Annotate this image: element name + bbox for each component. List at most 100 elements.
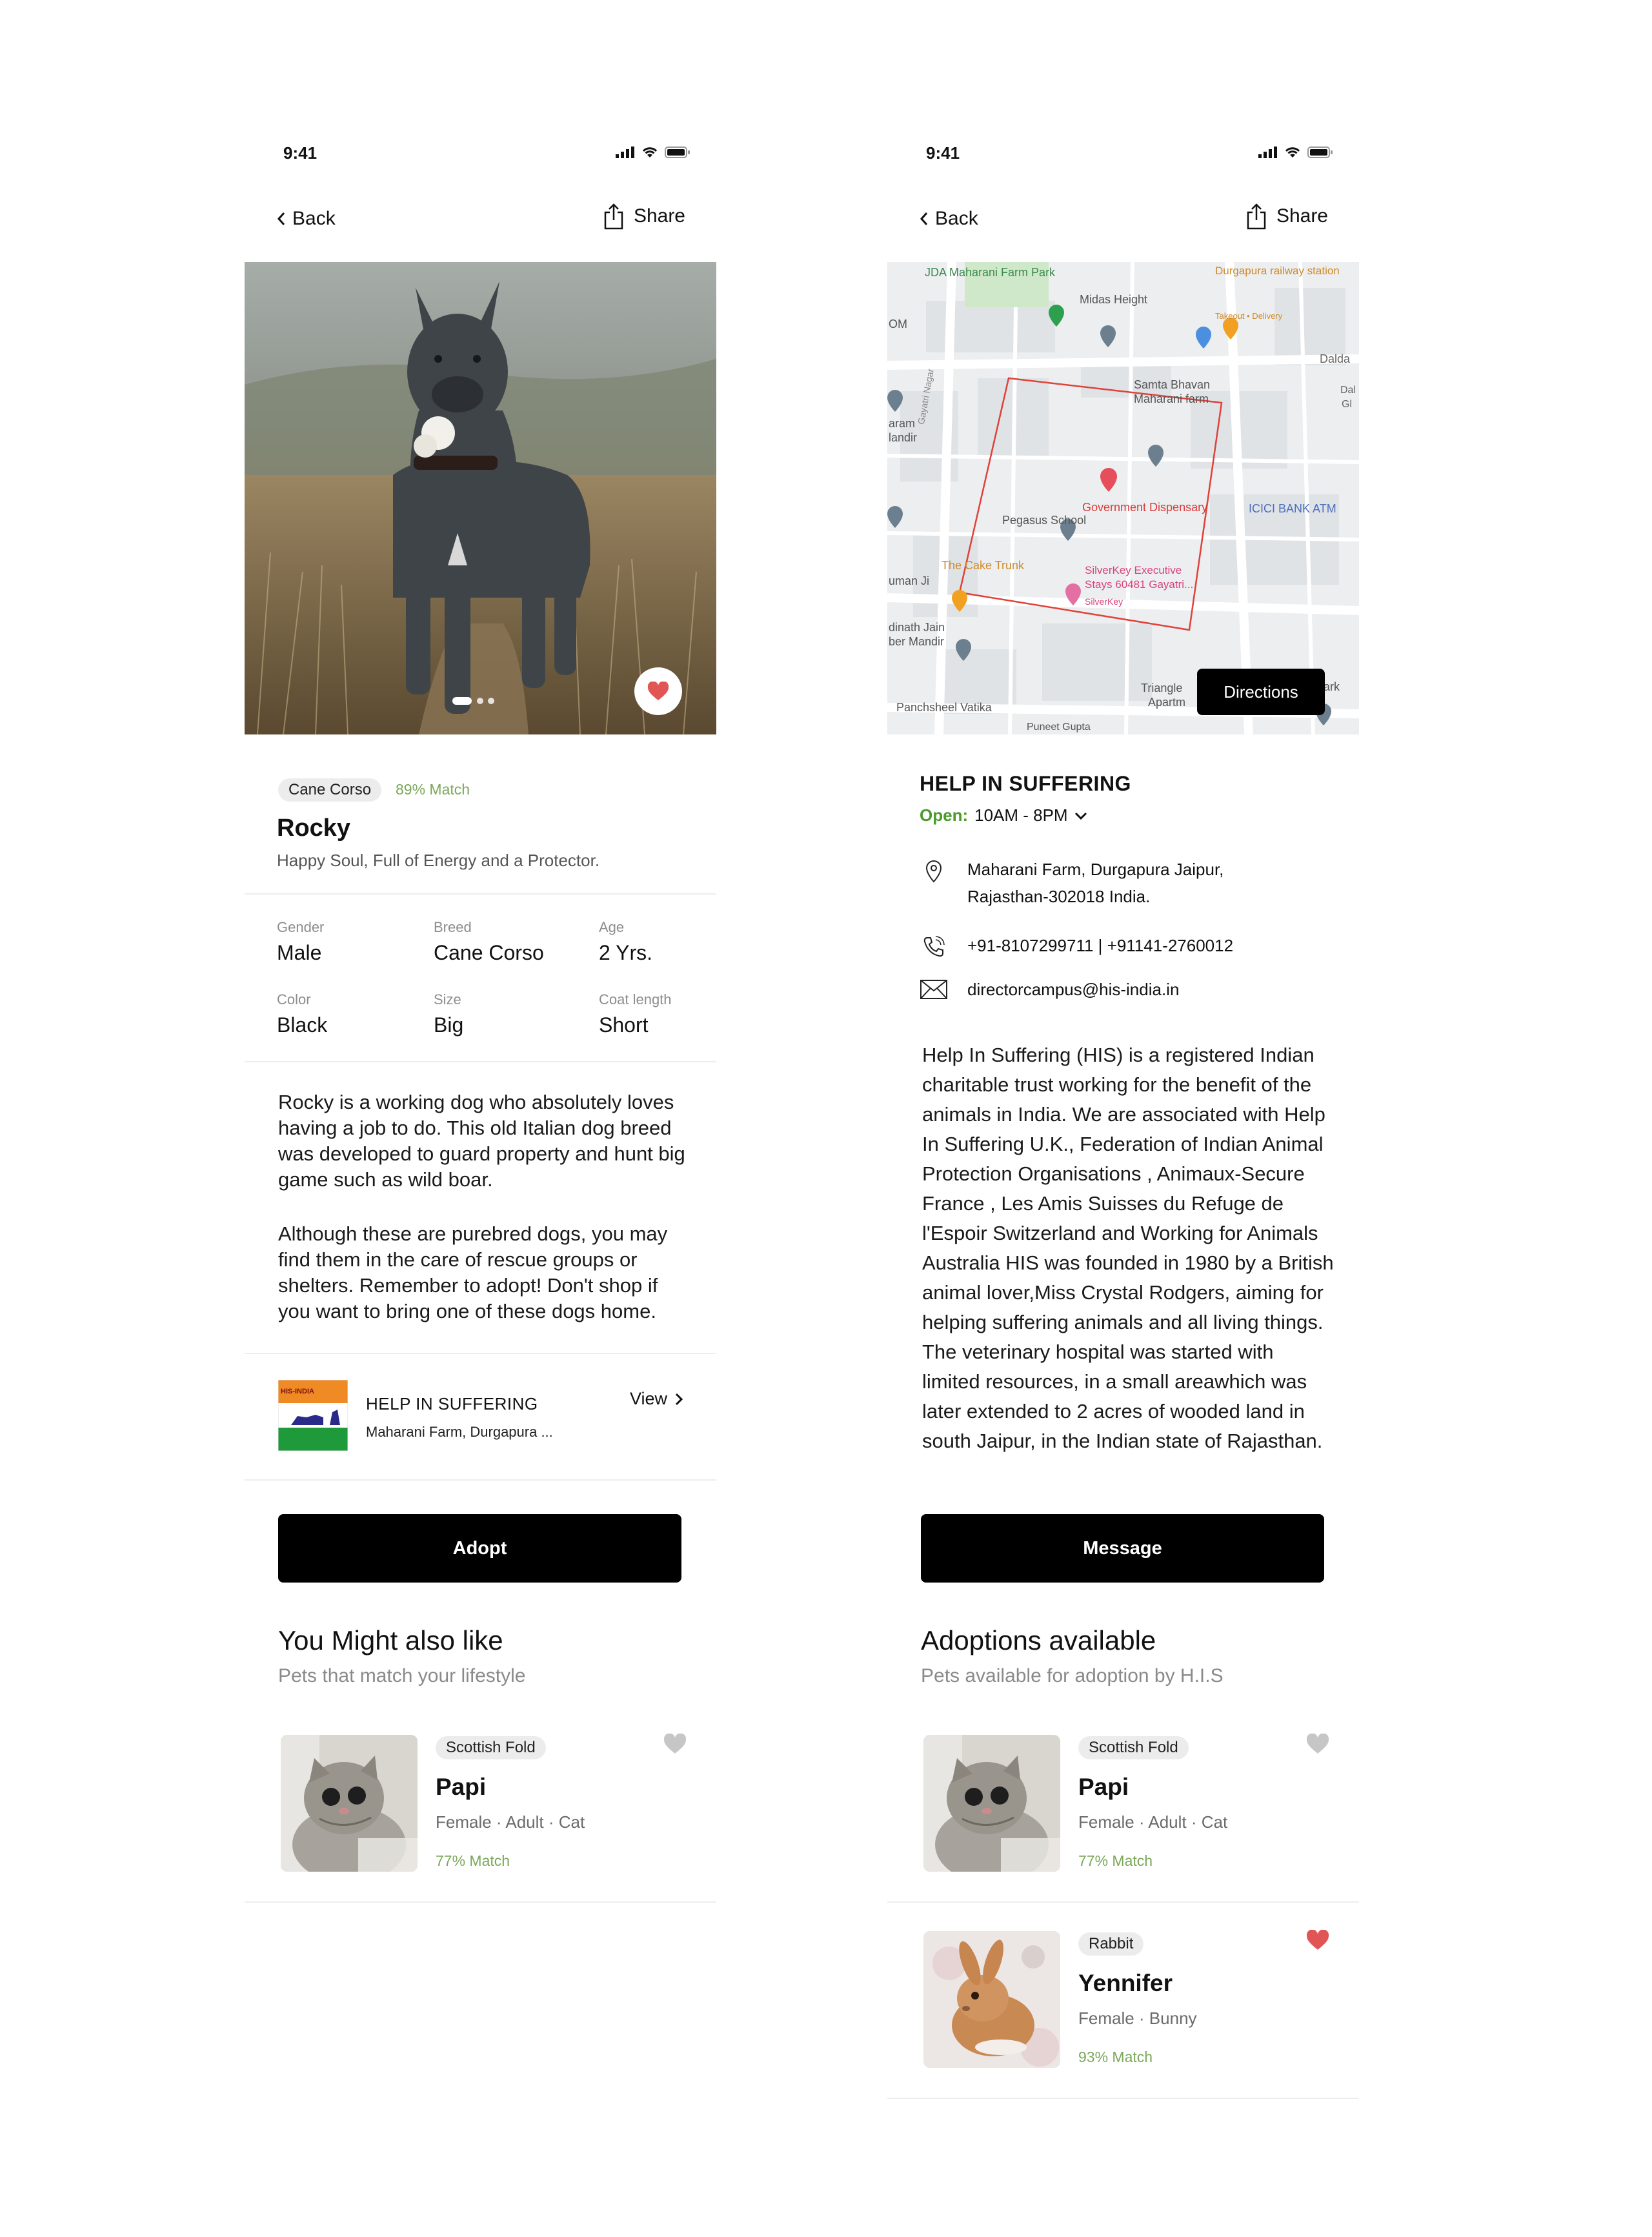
similar-subtitle: Pets that match your lifestyle <box>278 1665 526 1686</box>
status-icons <box>616 146 690 159</box>
location-pin-icon <box>920 856 948 883</box>
mail-icon <box>920 976 948 999</box>
heart-icon[interactable] <box>663 1734 687 1754</box>
status-time: 9:41 <box>926 143 960 163</box>
view-shelter-link[interactable]: View <box>630 1389 683 1409</box>
map-label: JDA Maharani Farm Park <box>925 266 1056 279</box>
status-time: 9:41 <box>283 143 317 163</box>
shelter-row[interactable]: HIS-INDIA HELP IN SUFFERING Maharani Far… <box>245 1354 716 1479</box>
map-label: ark <box>1324 680 1340 693</box>
map-label: Pegasus School <box>1002 514 1087 527</box>
address-line-1: Maharani Farm, Durgapura Jaipur, <box>967 860 1224 879</box>
pet-card[interactable]: Scottish Fold Papi Female · Adult · Cat … <box>887 1721 1359 1876</box>
share-button[interactable]: Share <box>603 203 685 230</box>
share-label: Share <box>1276 205 1328 227</box>
back-button[interactable]: Back <box>277 208 336 230</box>
status-bar: 9:41 <box>887 138 1359 164</box>
pet-card-meta: Female · Adult · Cat <box>1078 1812 1228 1832</box>
chevron-down-icon <box>1074 812 1087 820</box>
gender-label: Gender <box>277 919 325 935</box>
back-button[interactable]: Back <box>920 208 978 230</box>
pet-thumbnail <box>281 1735 418 1872</box>
back-label: Back <box>292 208 336 229</box>
breed-label: Breed <box>434 919 472 935</box>
address-row: Maharani Farm, Durgapura Jaipur, Rajasth… <box>920 856 1224 910</box>
shelter-name: HELP IN SUFFERING <box>366 1394 538 1413</box>
adopt-button[interactable]: Adopt <box>278 1514 681 1583</box>
shelter-about: Help In Suffering (HIS) is a registered … <box>922 1044 1334 1452</box>
breed-tag: Scottish Fold <box>1078 1736 1189 1759</box>
map-label: Triangle <box>1141 682 1183 694</box>
size-label: Size <box>434 991 461 1007</box>
map-label: Dalda <box>1320 352 1351 365</box>
map-label: Apartm <box>1148 696 1186 709</box>
divider <box>245 1901 716 1903</box>
nav-bar: Back Share <box>887 200 1359 239</box>
map-label: Takeout • Delivery <box>1215 311 1283 321</box>
map-label: The Cake Trunk <box>942 559 1025 572</box>
pet-card[interactable]: Scottish Fold Papi Female · Adult · Cat … <box>245 1721 716 1876</box>
map-view[interactable]: JDA Maharani Farm Park Midas Height Durg… <box>887 262 1359 734</box>
pet-card-meta: Female · Bunny <box>1078 2009 1197 2028</box>
match-percent: 89% Match <box>396 781 470 798</box>
color-value: Black <box>277 1013 328 1037</box>
pet-card-match: 77% Match <box>436 1852 510 1869</box>
breed-tag: Scottish Fold <box>436 1736 546 1759</box>
pet-card-name: Papi <box>1078 1774 1129 1800</box>
address-line-2: Rajasthan-302018 India. <box>967 887 1151 906</box>
view-label: View <box>629 1389 667 1408</box>
email-text: directorcampus@his-india.in <box>967 980 1180 999</box>
heart-icon[interactable] <box>1306 1734 1329 1754</box>
map-label: Panchsheel Vatika <box>896 701 992 714</box>
pet-thumbnail <box>923 1735 1060 1872</box>
map-label: Maharani farm <box>1134 392 1209 405</box>
hours-row[interactable]: Open: 10AM - 8PM <box>920 805 1087 825</box>
heart-icon[interactable] <box>1306 1930 1329 1950</box>
hours-value: 10AM - 8PM <box>974 805 1068 825</box>
pet-photo-carousel[interactable] <box>245 262 716 734</box>
map-label: Samta Bhavan <box>1134 378 1211 391</box>
divider <box>887 1901 1359 1903</box>
address-text: Maharani Farm, Durgapura Jaipur, Rajasth… <box>967 856 1224 910</box>
back-label: Back <box>935 208 978 229</box>
pet-card-match: 77% Match <box>1078 1852 1153 1869</box>
pet-name: Rocky <box>277 815 351 842</box>
map-label: ber Mandir <box>889 635 945 648</box>
map-label: Gl <box>1342 399 1352 410</box>
map-label: SilverKey Executive <box>1085 564 1182 576</box>
shelter-address: Maharani Farm, Durgapura ... <box>366 1424 553 1440</box>
directions-button[interactable]: Directions <box>1197 669 1325 715</box>
breed-value: Cane Corso <box>434 941 544 964</box>
battery-icon <box>1307 147 1333 158</box>
wifi-icon <box>1285 147 1300 157</box>
signal-icon <box>1258 147 1277 158</box>
phone-row[interactable]: +91-8107299711 | +91141-2760012 <box>920 932 1233 959</box>
map-label: uman Ji <box>889 574 930 587</box>
map-canvas <box>887 262 1359 734</box>
pet-card[interactable]: Rabbit Yennifer Female · Bunny 93% Match <box>887 1917 1359 2072</box>
share-button[interactable]: Share <box>1245 203 1328 230</box>
pet-tagline: Happy Soul, Full of Energy and a Protect… <box>277 851 600 870</box>
message-button[interactable]: Message <box>921 1514 1324 1583</box>
map-label: aram <box>889 417 916 430</box>
map-label: ICICI BANK ATM <box>1249 502 1336 515</box>
map-label: SilverKey <box>1085 596 1123 607</box>
similar-title: You Might also like <box>278 1625 503 1655</box>
battery-icon <box>665 147 690 158</box>
email-row[interactable]: directorcampus@his-india.in <box>920 976 1179 1003</box>
pet-card-name: Papi <box>436 1774 487 1800</box>
size-value: Big <box>434 1013 464 1037</box>
chevron-left-icon <box>920 212 928 225</box>
map-label: dinath Jain <box>889 621 945 634</box>
map-label: landir <box>889 431 918 444</box>
divider <box>887 2098 1359 2099</box>
pet-thumbnail <box>923 1931 1060 2068</box>
map-label: Stays 60481 Gayatri... <box>1085 578 1194 591</box>
chevron-left-icon <box>277 212 285 225</box>
cat-photo <box>923 1735 1060 1872</box>
age-label: Age <box>599 919 625 935</box>
favorite-button[interactable] <box>634 667 682 715</box>
adoptions-title: Adoptions available <box>921 1625 1156 1655</box>
adoptions-subtitle: Pets available for adoption by H.I.S <box>921 1665 1224 1686</box>
map-label: Puneet Gupta <box>1027 722 1091 733</box>
